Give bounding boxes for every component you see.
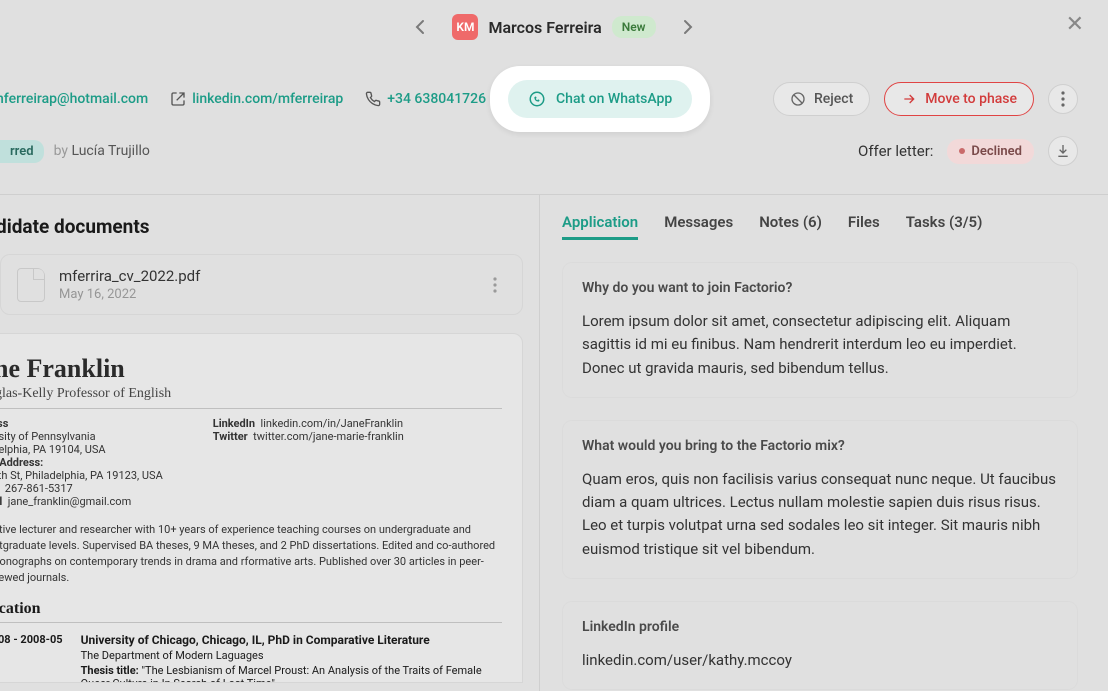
tab-messages[interactable]: Messages (664, 213, 733, 240)
phone-icon (365, 91, 381, 107)
reject-label: Reject (814, 91, 853, 107)
external-link-icon (170, 91, 186, 107)
more-vertical-icon (1061, 91, 1065, 107)
file-icon (17, 268, 45, 302)
next-candidate-button[interactable] (674, 13, 702, 41)
file-date: May 16, 2022 (59, 287, 470, 302)
documents-section-title: didate documents (0, 215, 523, 238)
qa-card: LinkedIn profile linkedin.com/user/kathy… (562, 601, 1078, 690)
move-label: Move to phase (925, 91, 1017, 107)
avatar: KM (452, 14, 478, 40)
cv-education-heading: ducation (0, 600, 502, 623)
header: KM Marcos Ferreira New ✕ (0, 0, 1108, 54)
contact-row: nferreirap@hotmail.com linkedin.com/mfer… (0, 80, 1108, 118)
offer-status-text: Declined (971, 144, 1022, 159)
whatsapp-icon (528, 90, 546, 108)
cv-preview[interactable]: ane Franklin ouglas-Kelly Professor of E… (0, 333, 523, 683)
offer-status-chip: Declined (947, 139, 1034, 164)
more-vertical-icon (493, 277, 497, 293)
referred-by: by Lucía Trujillo (54, 143, 150, 159)
reject-icon (790, 91, 806, 107)
cv-subtitle: ouglas-Kelly Professor of English (0, 386, 502, 409)
phone-text: +34 638041726 (387, 91, 486, 107)
arrow-right-icon (901, 91, 917, 107)
qa-answer: Lorem ipsum dolor sit amet, consectetur … (582, 310, 1058, 380)
cv-bio: oactive lecturer and researcher with 10+… (0, 522, 502, 586)
download-icon (1055, 143, 1071, 159)
qa-card: Why do you want to join Factorio? Lorem … (562, 262, 1078, 398)
qa-answer: Quam eros, quis non facilisis varius con… (582, 468, 1058, 561)
download-offer-button[interactable] (1048, 136, 1078, 166)
status-badge-new: New (612, 16, 656, 38)
prev-candidate-button[interactable] (406, 13, 434, 41)
close-button[interactable]: ✕ (1066, 14, 1084, 36)
qa-question: What would you bring to the Factorio mix… (582, 438, 1058, 454)
file-name: mferrira_cv_2022.pdf (59, 267, 470, 285)
qa-card: What would you bring to the Factorio mix… (562, 420, 1078, 579)
status-dot-icon (959, 148, 965, 154)
email-text: nferreirap@hotmail.com (0, 91, 148, 107)
whatsapp-label: Chat on WhatsApp (556, 91, 672, 107)
document-card[interactable]: mferrira_cv_2022.pdf May 16, 2022 (0, 254, 523, 315)
tab-files[interactable]: Files (848, 213, 880, 240)
reject-button[interactable]: Reject (773, 82, 870, 116)
file-more-button[interactable] (484, 274, 506, 296)
whatsapp-button[interactable]: Chat on WhatsApp (508, 80, 692, 118)
move-to-phase-button[interactable]: Move to phase (884, 82, 1034, 116)
linkedin-text: linkedin.com/mferreirap (192, 91, 343, 107)
phone-link[interactable]: +34 638041726 (365, 91, 486, 107)
qa-answer: linkedin.com/user/kathy.mccoy (582, 649, 1058, 672)
tab-tasks[interactable]: Tasks (3/5) (906, 213, 983, 240)
referral-row: rred by Lucía Trujillo Offer letter: Dec… (0, 136, 1108, 166)
candidate-name: Marcos Ferreira (488, 18, 601, 37)
tab-notes[interactable]: Notes (6) (759, 213, 822, 240)
cv-name: ane Franklin (0, 354, 502, 384)
more-actions-button[interactable] (1048, 84, 1078, 114)
offer-letter-label: Offer letter: (858, 142, 933, 160)
referred-chip: rred (0, 140, 44, 163)
qa-question: Why do you want to join Factorio? (582, 280, 1058, 296)
tab-application[interactable]: Application (562, 213, 638, 240)
tabs: Application Messages Notes (6) Files Tas… (562, 213, 1078, 240)
qa-question: LinkedIn profile (582, 619, 1058, 635)
email-link[interactable]: nferreirap@hotmail.com (0, 91, 148, 107)
linkedin-link[interactable]: linkedin.com/mferreirap (170, 91, 343, 107)
